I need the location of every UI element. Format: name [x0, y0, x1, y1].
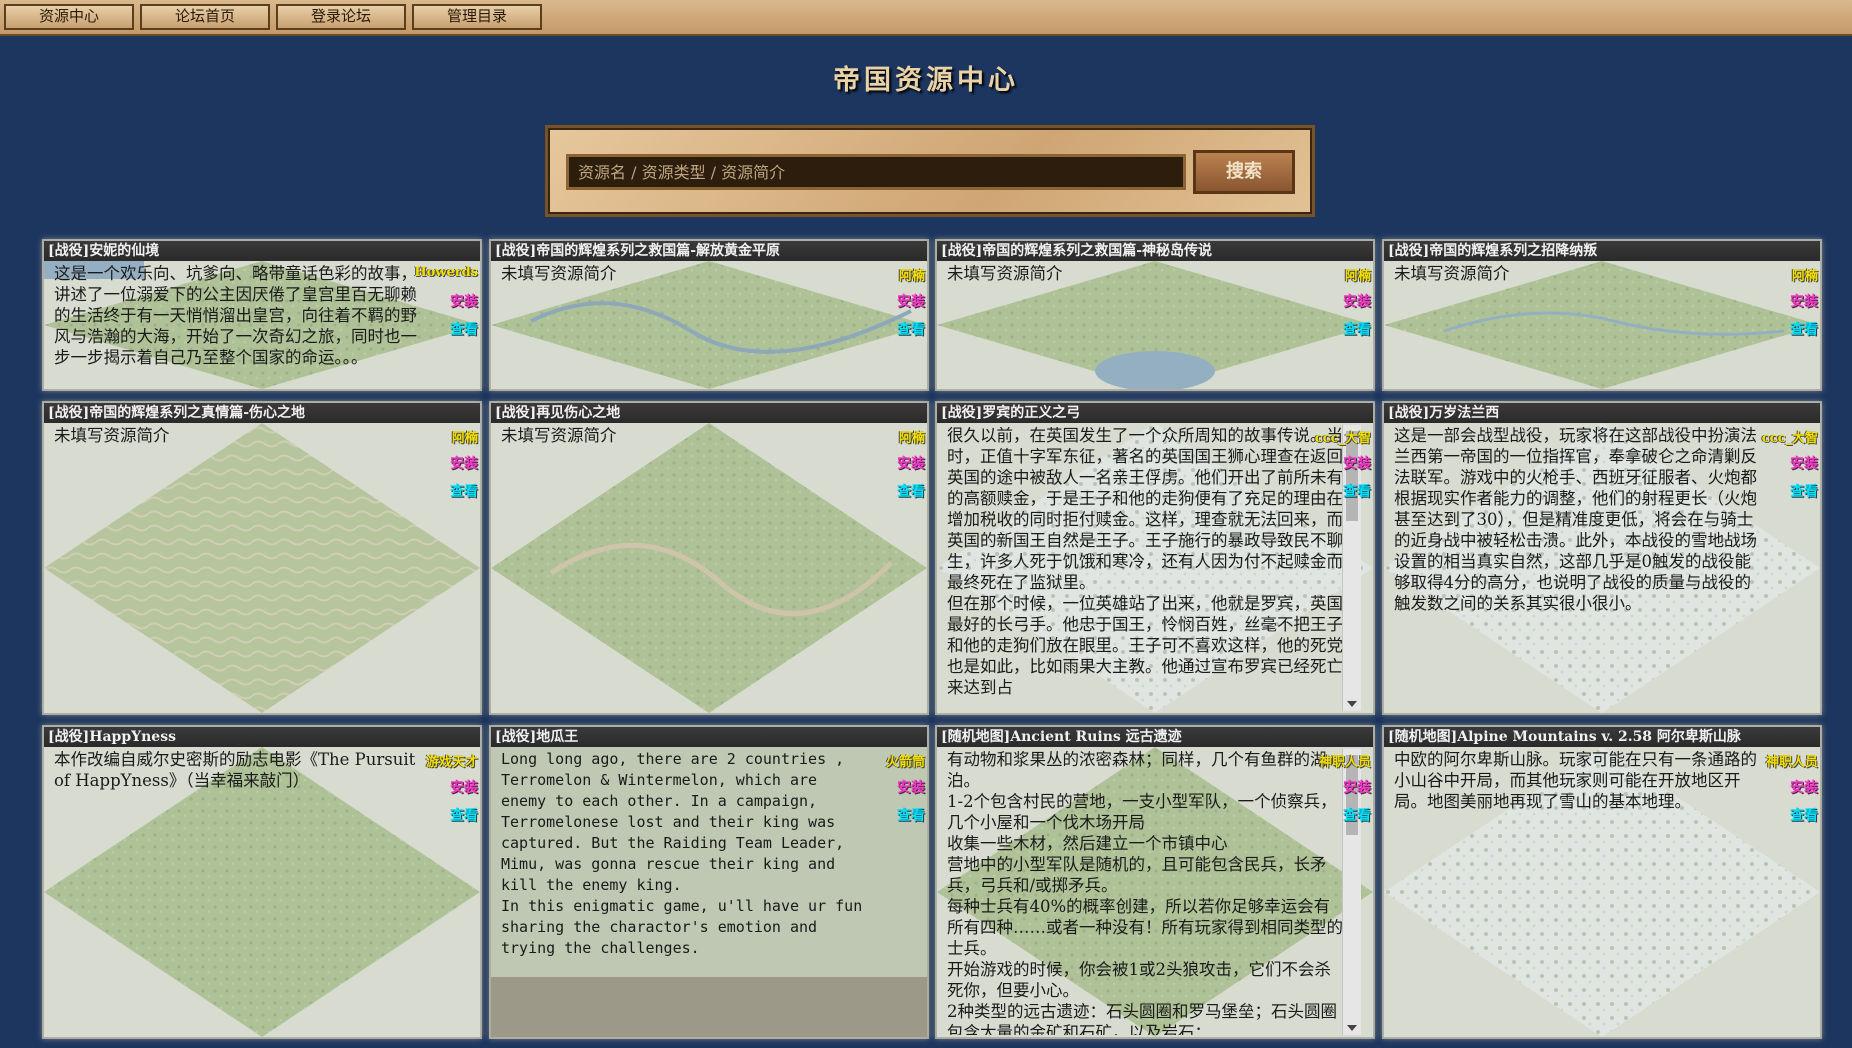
card-author: Howerds [414, 265, 478, 280]
scroll-down-icon[interactable] [1347, 701, 1357, 707]
card-title[interactable]: [随机地图]Ancient Ruins 远古遗迹 [937, 727, 1373, 747]
card-description: 未填写资源简介 [54, 426, 170, 445]
card-title[interactable]: [战役]帝国的辉煌系列之救国篇-解放黄金平原 [491, 241, 927, 261]
view-button[interactable]: 查看 [897, 805, 925, 825]
resource-card: [随机地图]Alpine Mountains v. 2.58 阿尔卑斯山脉 中欧… [1384, 727, 1820, 1037]
card-title[interactable]: [战役]帝国的辉煌系列之招降纳叛 [1384, 241, 1820, 261]
card-author: 游戏天才 [425, 755, 478, 770]
nav-admin-directory[interactable]: 管理目录 [412, 4, 542, 30]
view-button[interactable]: 查看 [1790, 805, 1818, 825]
install-button[interactable]: 安装 [1343, 777, 1371, 797]
view-button[interactable]: 查看 [450, 805, 478, 825]
top-nav-bar: 资源中心 论坛首页 登录论坛 管理目录 [0, 0, 1852, 36]
install-button[interactable]: 安装 [1790, 291, 1818, 311]
card-author: 神职人员 [1318, 755, 1371, 770]
nav-resource-center[interactable]: 资源中心 [4, 4, 134, 30]
view-button[interactable]: 查看 [1790, 319, 1818, 339]
card-title[interactable]: [战役]罗宾的正义之弓 [937, 403, 1373, 423]
card-author: 阿楠 [898, 431, 925, 446]
resource-card: [战役]帝国的辉煌系列之救国篇-解放黄金平原 未填写资源简介 阿楠 安装 查看 [491, 241, 927, 389]
card-title[interactable]: [战役]万岁法兰西 [1384, 403, 1820, 423]
card-description: 这是一个欢乐向、坑爹向、略带童话色彩的故事，讲述了一位溺爱下的公主因厌倦了皇宫里… [54, 264, 417, 367]
scroll-down-icon[interactable] [1347, 1025, 1357, 1031]
install-button[interactable]: 安装 [450, 777, 478, 797]
search-input[interactable] [566, 154, 1186, 190]
resource-card: [战役]地瓜王 Long long ago, there are 2 count… [491, 727, 927, 1037]
view-button[interactable]: 查看 [450, 481, 478, 501]
card-description: 未填写资源简介 [501, 426, 617, 445]
install-button[interactable]: 安装 [1343, 453, 1371, 473]
card-title[interactable]: [战役]地瓜王 [491, 727, 927, 747]
view-button[interactable]: 查看 [1790, 481, 1818, 501]
card-description: 未填写资源简介 [501, 264, 617, 283]
resource-card: [战役]帝国的辉煌系列之救国篇-神秘岛传说 未填写资源简介 阿楠 安装 查看 [937, 241, 1373, 389]
install-button[interactable]: 安装 [897, 453, 925, 473]
card-description: 很久以前，在英国发生了一个众所周知的故事传说。当时，正值十字军东征，著名的英国国… [947, 426, 1343, 697]
card-author: 阿楠 [451, 431, 478, 446]
install-button[interactable]: 安装 [450, 291, 478, 311]
card-title[interactable]: [战役]安妮的仙境 [44, 241, 480, 261]
card-author: 阿楠 [1791, 269, 1818, 284]
page-title: 帝国资源中心 [833, 65, 1019, 96]
view-button[interactable]: 查看 [897, 481, 925, 501]
install-button[interactable]: 安装 [1790, 453, 1818, 473]
resource-card: [战役]万岁法兰西 这是一部会战型战役，玩家将在这部战役中扮演法兰西第一帝国的一… [1384, 403, 1820, 713]
resource-card: [战役]再见伤心之地 未填写资源简介 阿楠 安装 查看 [491, 403, 927, 713]
card-author: ccc_大智 [1314, 431, 1371, 446]
card-description: 未填写资源简介 [1394, 264, 1510, 283]
install-button[interactable]: 安装 [1790, 777, 1818, 797]
install-button[interactable]: 安装 [897, 777, 925, 797]
resource-card: [战役]罗宾的正义之弓 很久以前，在英国发生了一个众所周知的故事传说。当时，正值… [937, 403, 1373, 713]
card-author: 火箭筒 [885, 755, 925, 770]
card-author: ccc_大智 [1761, 431, 1818, 446]
view-button[interactable]: 查看 [1343, 481, 1371, 501]
search-panel: 搜索 [545, 125, 1315, 217]
card-description: 本作改编自威尔史密斯的励志电影《The Pursuit of HappYness… [54, 750, 421, 790]
view-button[interactable]: 查看 [1343, 805, 1371, 825]
install-button[interactable]: 安装 [897, 291, 925, 311]
card-title[interactable]: [战役]帝国的辉煌系列之真情篇-伤心之地 [44, 403, 480, 423]
card-description: 中欧的阿尔卑斯山脉。玩家可能在只有一条通路的小山谷中开局，而其他玩家则可能在开放… [1394, 750, 1757, 811]
resource-card: [战役]帝国的辉煌系列之招降纳叛 未填写资源简介 阿楠 安装 查看 [1384, 241, 1820, 389]
view-button[interactable]: 查看 [1343, 319, 1371, 339]
search-button[interactable]: 搜索 [1193, 150, 1295, 194]
card-author: 神职人员 [1765, 755, 1818, 770]
nav-login-forum[interactable]: 登录论坛 [276, 4, 406, 30]
card-description: 这是一部会战型战役，玩家将在这部战役中扮演法兰西第一帝国的一位指挥官，奉拿破仑之… [1394, 426, 1757, 613]
resource-card: [战役]HappYness 本作改编自威尔史密斯的励志电影《The Pursui… [44, 727, 480, 1037]
view-button[interactable]: 查看 [450, 319, 478, 339]
view-button[interactable]: 查看 [897, 319, 925, 339]
resource-card: [随机地图]Ancient Ruins 远古遗迹 有动物和浆果丛的浓密森林；同样… [937, 727, 1373, 1037]
card-title[interactable]: [战役]HappYness [44, 727, 480, 747]
install-button[interactable]: 安装 [450, 453, 478, 473]
card-description: 未填写资源简介 [947, 264, 1063, 283]
card-description: 有动物和浆果丛的浓密森林；同样，几个有鱼群的湖泊。 1-2个包含村民的营地，一支… [947, 750, 1343, 1035]
install-button[interactable]: 安装 [1343, 291, 1371, 311]
card-title[interactable]: [战役]再见伤心之地 [491, 403, 927, 423]
nav-forum-home[interactable]: 论坛首页 [140, 4, 270, 30]
resource-card: [战役]帝国的辉煌系列之真情篇-伤心之地 未填写资源简介 阿楠 安装 查看 [44, 403, 480, 713]
card-title[interactable]: [战役]帝国的辉煌系列之救国篇-神秘岛传说 [937, 241, 1373, 261]
card-author: 阿楠 [898, 269, 925, 284]
card-author: 阿楠 [1344, 269, 1371, 284]
card-title[interactable]: [随机地图]Alpine Mountains v. 2.58 阿尔卑斯山脉 [1384, 727, 1820, 747]
resource-card: [战役]安妮的仙境 这是一个欢乐向、坑爹向、略带童话色彩的故事，讲述了一位溺爱下… [44, 241, 480, 389]
card-description: Long long ago, there are 2 countries , T… [501, 750, 863, 957]
